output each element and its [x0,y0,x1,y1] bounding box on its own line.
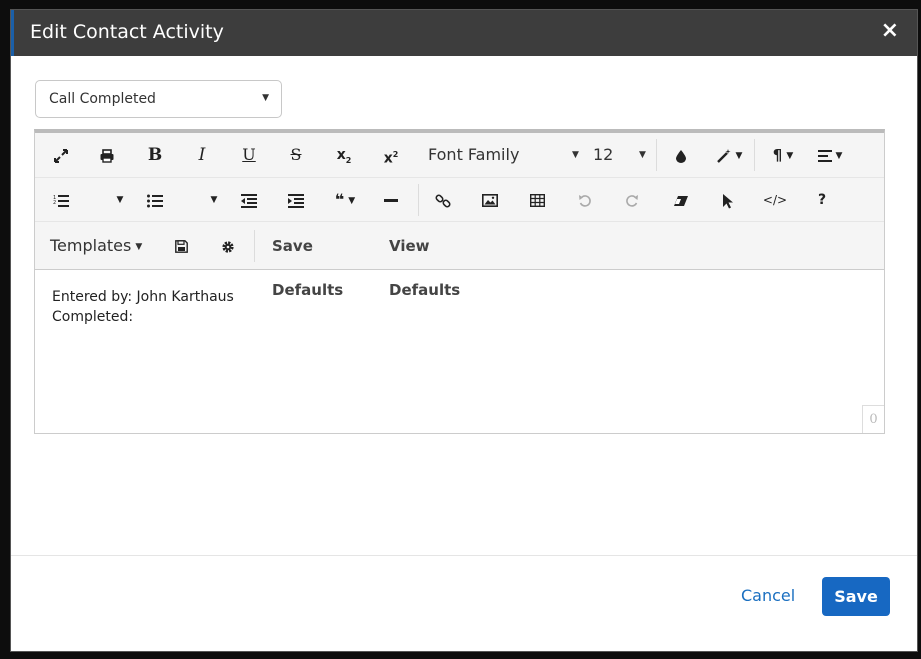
svg-text:2: 2 [53,200,56,206]
link-icon[interactable] [431,178,455,222]
chevron-down-icon: ▼ [572,150,579,160]
table-icon[interactable] [525,178,549,222]
toolbar-row-1: B I U S x2 x2 Font Family ▼ 12 ▼ ▼ ¶ ▼ ▼ [35,133,884,177]
footer-divider [11,555,917,556]
strikethrough-button[interactable]: S [284,133,308,177]
superscript-mark: 2 [392,150,399,159]
toolbar-row-3: Templates ▼ Save Defaults View Defaults [35,221,884,299]
save-defaults-button[interactable]: Save Defaults [272,224,384,299]
blockquote-icon[interactable]: ❝ ▼ [328,178,362,222]
chevron-down-icon: ▼ [135,241,143,252]
ordered-list-chevron-down-icon[interactable]: ▼ [113,178,127,222]
chevron-down-icon: ▼ [262,93,269,103]
superscript-button[interactable]: x2 [379,133,403,177]
cursor-arrow-icon[interactable] [716,178,740,222]
editor-line: Completed: [52,309,134,325]
save-button[interactable]: Save [822,577,890,616]
toolbar-divider [656,139,657,171]
print-icon[interactable] [95,133,119,177]
font-family-label: Font Family [428,145,520,164]
screen-frame: Edit Contact Activity × Call Completed ▼… [0,0,921,659]
text-color-icon[interactable] [669,133,693,177]
italic-button[interactable]: I [190,133,214,177]
magic-wand-icon[interactable]: ▼ [710,133,748,177]
gear-icon[interactable] [216,224,240,268]
activity-type-value: Call Completed [49,91,156,107]
paragraph-icon[interactable]: ¶ ▼ [765,133,801,177]
superscript-x: x [383,150,393,167]
ordered-list-icon[interactable]: 12 [49,178,73,222]
rich-text-editor: B I U S x2 x2 Font Family ▼ 12 ▼ ▼ ¶ ▼ ▼… [34,129,885,434]
subscript-mark: 2 [345,155,352,165]
help-icon[interactable]: ? [810,178,834,222]
templates-label: Templates [50,236,132,255]
font-size-dropdown[interactable]: 12 ▼ [593,133,646,177]
close-icon[interactable]: × [881,18,899,43]
toolbar-divider [754,139,755,171]
chevron-down-icon: ▼ [735,150,743,161]
font-size-label: 12 [593,145,614,164]
indent-icon[interactable] [284,178,308,222]
character-counter: 0 [862,405,884,433]
unordered-list-icon[interactable] [143,178,167,222]
save-template-icon[interactable] [169,224,193,268]
chevron-down-icon: ▼ [786,150,794,161]
font-family-dropdown[interactable]: Font Family ▼ [428,133,580,177]
toolbar-divider [254,230,255,262]
toolbar-divider [418,184,419,216]
subscript-button[interactable]: x2 [332,133,356,177]
toolbar-row-2: 12 ▼ ▼ ❝ ▼ </> ? [35,177,884,221]
bold-button[interactable]: B [143,133,167,177]
image-icon[interactable] [478,178,502,222]
eraser-icon[interactable] [669,178,693,222]
edit-contact-activity-dialog: Edit Contact Activity × Call Completed ▼… [10,9,918,652]
unordered-list-chevron-down-icon[interactable]: ▼ [207,178,221,222]
horizontal-rule-icon[interactable] [379,178,403,222]
undo-icon[interactable] [573,178,597,222]
activity-type-select[interactable]: Call Completed ▼ [35,80,282,118]
editor-content-area[interactable]: Entered by: John Karthaus Completed: [35,271,884,434]
chevron-down-icon: ▼ [639,150,646,160]
subscript-x: x [336,147,346,163]
align-icon[interactable]: ▼ [811,133,849,177]
dialog-header: Edit Contact Activity × [11,10,917,56]
editor-line: Entered by: John Karthaus [52,289,234,305]
cancel-button[interactable]: Cancel [741,586,795,605]
dialog-title: Edit Contact Activity [30,21,224,43]
templates-dropdown[interactable]: Templates ▼ [50,224,150,268]
redo-icon[interactable] [620,178,644,222]
chevron-down-icon: ▼ [835,150,843,161]
code-view-icon[interactable]: </> [760,178,790,222]
editor-toolbar: B I U S x2 x2 Font Family ▼ 12 ▼ ▼ ¶ ▼ ▼… [35,133,884,299]
outdent-icon[interactable] [237,178,261,222]
fullscreen-icon[interactable] [49,133,73,177]
chevron-down-icon: ▼ [348,195,356,206]
view-defaults-button[interactable]: View Defaults [389,224,501,299]
underline-button[interactable]: U [237,133,261,177]
